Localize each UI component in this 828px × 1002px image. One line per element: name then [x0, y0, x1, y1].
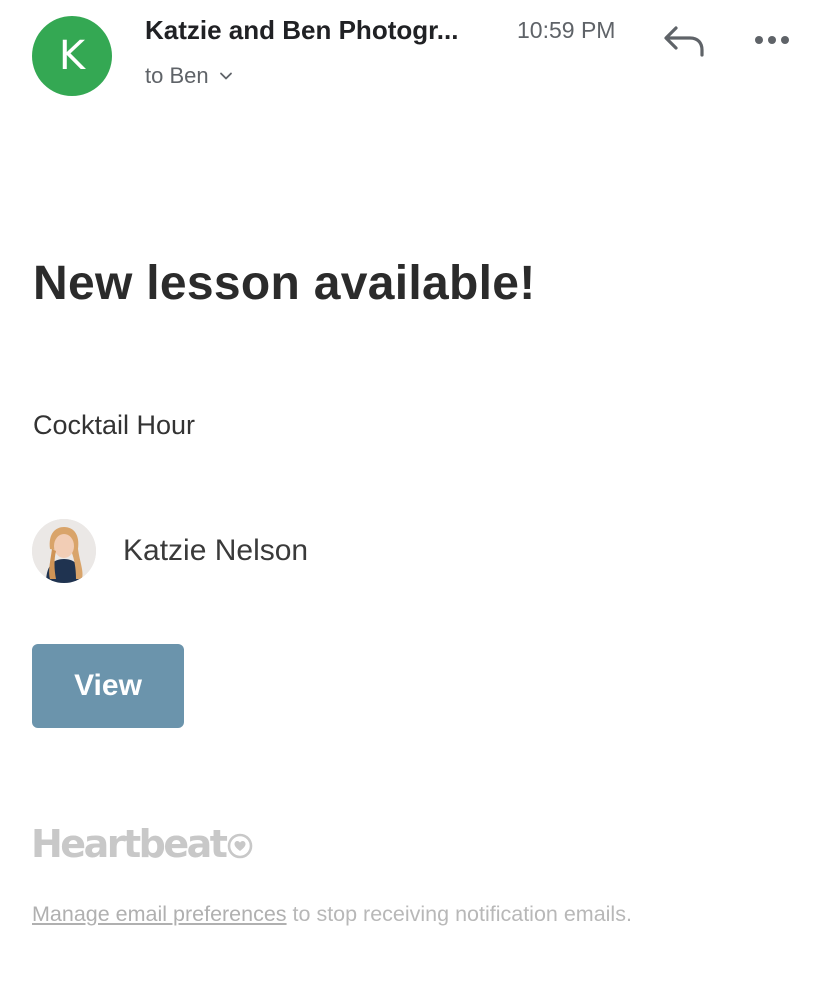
- chevron-down-icon: [219, 72, 232, 80]
- author-name: Katzie Nelson: [123, 534, 309, 567]
- footer-notice-text: to stop receiving notification emails.: [286, 902, 632, 926]
- reply-icon[interactable]: [662, 22, 708, 62]
- heart-icon: [228, 833, 253, 859]
- sender-name[interactable]: Katzie and Ben Photogr...: [145, 14, 497, 46]
- email-timestamp: 10:59 PM: [517, 17, 616, 43]
- recipient-label: to Ben: [145, 63, 209, 88]
- heartbeat-logo: Heartbeat: [31, 822, 253, 866]
- footer-notice: Manage email preferences to stop receivi…: [32, 900, 632, 928]
- lesson-title: Cocktail Hour: [33, 410, 196, 440]
- author-row: Katzie Nelson: [32, 519, 308, 583]
- manage-preferences-link[interactable]: Manage email preferences: [32, 902, 287, 926]
- view-lesson-button[interactable]: View: [32, 644, 184, 728]
- sender-avatar[interactable]: K: [32, 16, 112, 96]
- brand-wordmark: Heartbeat: [31, 822, 228, 866]
- email-headline: New lesson available!: [33, 257, 536, 310]
- recipient-details-toggle[interactable]: to Ben: [145, 62, 233, 90]
- author-avatar: [32, 519, 96, 583]
- more-options-icon[interactable]: [748, 22, 796, 58]
